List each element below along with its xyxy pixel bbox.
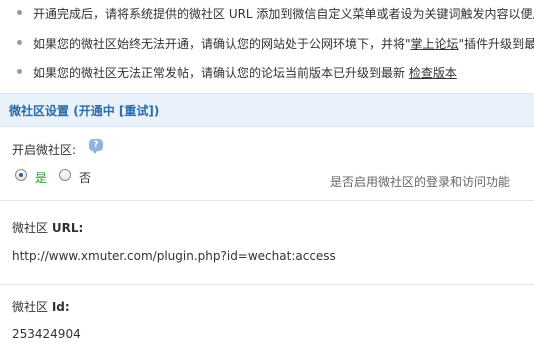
retry-button[interactable]: [重试] bbox=[119, 104, 154, 118]
enable-no-label[interactable]: 否 bbox=[79, 169, 91, 186]
status-text: (开通中 bbox=[73, 104, 115, 118]
tip-item: 如果您的微社区无法正常发帖，请确认您的论坛当前版本已升级到最新 检查版本 bbox=[0, 62, 534, 82]
check-version-link[interactable]: 检查版本 bbox=[409, 66, 457, 80]
tip-text: 如果您的微社区始终无法开通，请确认您的网站处于公网环境下，并将"掌上论坛"插件升… bbox=[33, 35, 534, 52]
enable-hint: 是否启用微社区的登录和访问功能 bbox=[330, 175, 511, 189]
section-title: 微社区设置 (开通中 [重试]) bbox=[9, 102, 159, 119]
bullet-icon bbox=[17, 69, 22, 74]
section-title-text: 微社区设置 bbox=[9, 104, 70, 118]
status-suffix: ) bbox=[153, 104, 160, 118]
url-value: http://www.xmuter.com/plugin.php?id=wech… bbox=[12, 249, 336, 263]
mobile-forum-link[interactable]: 掌上论坛 bbox=[411, 37, 459, 51]
help-bubble-icon[interactable]: ? bbox=[89, 139, 103, 154]
tip-text: 如果您的微社区无法正常发帖，请确认您的论坛当前版本已升级到最新 检查版本 bbox=[33, 64, 457, 81]
bullet-icon bbox=[17, 10, 22, 15]
tip-text-suffix: "插件升级到最 bbox=[458, 37, 534, 51]
id-value: 253424904 bbox=[12, 327, 81, 341]
id-label: 微社区 Id: bbox=[12, 298, 70, 315]
enable-yes-radio[interactable] bbox=[15, 169, 27, 181]
tip-text-part: 如果您的微社区始终无法开通，请确认您的网站处于公网环境下，并将" bbox=[33, 37, 411, 51]
id-label-prefix: 微社区 bbox=[12, 300, 52, 314]
url-label-bold: URL: bbox=[51, 221, 84, 235]
enable-no-radio[interactable] bbox=[59, 169, 71, 181]
divider bbox=[0, 200, 534, 201]
bullet-icon bbox=[17, 40, 22, 45]
tip-item: 如果您的微社区始终无法开通，请确认您的网站处于公网环境下，并将"掌上论坛"插件升… bbox=[0, 33, 534, 53]
divider bbox=[0, 284, 534, 285]
url-label: 微社区 URL: bbox=[12, 219, 83, 236]
tip-text-part: 如果您的微社区无法正常发帖，请确认您的论坛当前版本已升级到最新 bbox=[33, 66, 406, 80]
section-header: 微社区设置 (开通中 [重试]) bbox=[0, 93, 534, 127]
enable-yes-label[interactable]: 是 bbox=[35, 169, 47, 186]
tip-text: 开通完成后，请将系统提供的微社区 URL 添加到微信自定义菜单或者设为关键词触发… bbox=[33, 7, 534, 21]
url-label-prefix: 微社区 bbox=[12, 221, 52, 235]
enable-label: 开启微社区: bbox=[12, 143, 77, 157]
id-label-bold: Id: bbox=[51, 300, 70, 314]
tip-item: 开通完成后，请将系统提供的微社区 URL 添加到微信自定义菜单或者设为关键词触发… bbox=[0, 3, 534, 23]
